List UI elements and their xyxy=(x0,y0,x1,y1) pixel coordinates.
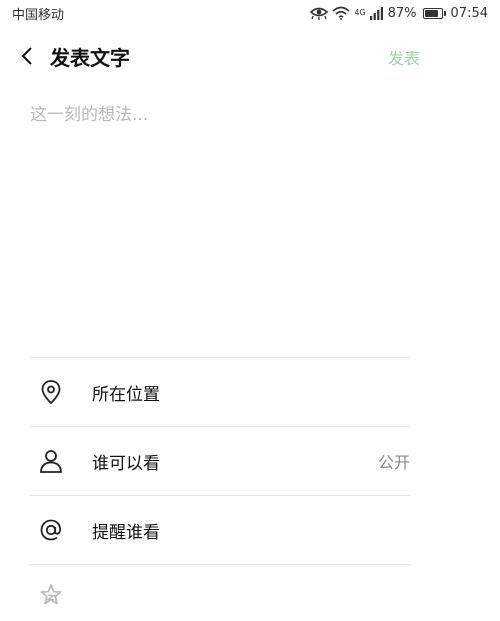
location-option[interactable]: 所在位置 xyxy=(30,357,410,426)
signal-icon xyxy=(369,6,383,20)
network-type-label: 4G xyxy=(354,7,366,17)
visibility-option-label: 谁可以看 xyxy=(92,453,160,474)
eye-comfort-icon xyxy=(310,7,329,20)
status-indicators: 4G 87% 07:54 xyxy=(310,6,488,21)
clock-label: 07:54 xyxy=(450,5,488,21)
wifi-icon xyxy=(332,6,350,20)
favorite-option[interactable] xyxy=(30,564,410,621)
visibility-option-value: 公开 xyxy=(377,453,410,472)
visibility-option[interactable]: 谁可以看 公开 xyxy=(30,426,410,495)
star-icon xyxy=(40,583,62,604)
at-sign-icon xyxy=(40,519,61,541)
battery-icon xyxy=(422,7,446,19)
page-title: 发表文字 xyxy=(50,46,130,70)
header: 发表文字 发表 xyxy=(0,36,500,76)
mention-option[interactable]: 提醒谁看 xyxy=(30,495,410,564)
location-pin-icon xyxy=(41,380,61,405)
mention-option-label: 提醒谁看 xyxy=(92,522,160,543)
status-bar: 中国移动 4G 87% 07:54 xyxy=(0,0,500,26)
compose-text-input[interactable] xyxy=(30,100,430,320)
location-option-label: 所在位置 xyxy=(92,384,160,405)
options-list: 所在位置 谁可以看 公开 提醒谁看 xyxy=(30,357,410,621)
carrier-label: 中国移动 xyxy=(12,7,65,23)
battery-percent-label: 87% xyxy=(387,5,417,21)
battery-level-fill xyxy=(424,9,439,17)
publish-button[interactable]: 发表 xyxy=(388,45,420,69)
chevron-left-icon[interactable] xyxy=(18,46,38,66)
person-icon xyxy=(40,450,62,473)
